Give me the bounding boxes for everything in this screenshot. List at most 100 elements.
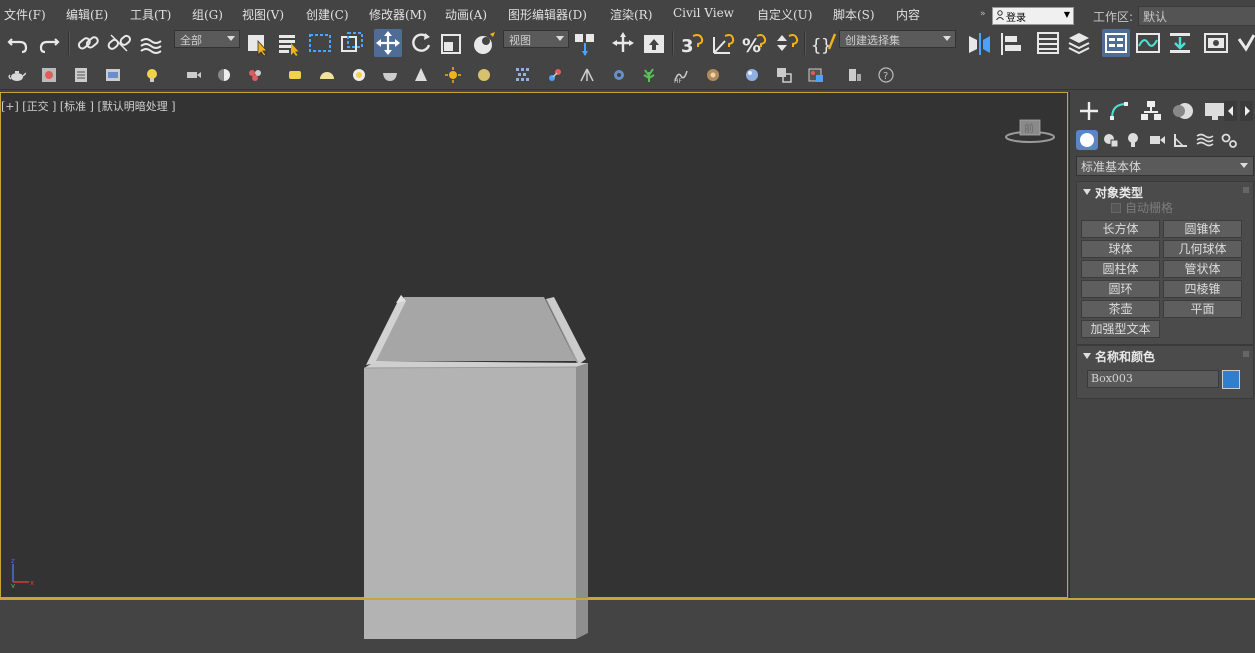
bind-to-space-warp-icon[interactable] bbox=[137, 29, 165, 57]
collapse-triangle-icon[interactable] bbox=[1083, 353, 1091, 359]
teapot-button[interactable]: 茶壶 bbox=[1081, 300, 1160, 318]
shapes-button[interactable] bbox=[1100, 130, 1122, 150]
pivot-center-icon[interactable] bbox=[572, 29, 600, 57]
redo-icon[interactable] bbox=[35, 29, 63, 57]
render-setup-icon[interactable] bbox=[1166, 29, 1194, 57]
spring-icon[interactable] bbox=[546, 66, 564, 84]
menu-create[interactable]: 创建(C) bbox=[306, 6, 349, 23]
mirror-icon[interactable] bbox=[966, 29, 994, 57]
primitive-category-dropdown[interactable]: 标准基本体 bbox=[1076, 156, 1254, 176]
chevron-right-icon[interactable] bbox=[1240, 98, 1254, 124]
reference-coordinate-dropdown[interactable]: 视图 bbox=[503, 30, 569, 48]
autogrid-checkbox[interactable] bbox=[1111, 203, 1121, 213]
motion-tab-icon[interactable] bbox=[1170, 98, 1196, 124]
light-bulb-icon[interactable] bbox=[144, 66, 162, 84]
cloth-icon[interactable] bbox=[704, 66, 722, 84]
menu-rendering[interactable]: 渲染(R) bbox=[610, 6, 652, 23]
sun-light-icon[interactable] bbox=[444, 66, 462, 84]
scene-explorer-icon[interactable] bbox=[1034, 29, 1062, 57]
snaps-toggle-icon[interactable]: 3 bbox=[678, 29, 706, 57]
systems-button[interactable] bbox=[1218, 130, 1240, 150]
box-button[interactable]: 长方体 bbox=[1081, 220, 1160, 238]
menu-views[interactable]: 视图(V) bbox=[242, 6, 284, 23]
viewport-label[interactable]: [+] [正交 ] [标准 ] [默认明暗处理 ] bbox=[1, 98, 176, 114]
sphere-shade-icon[interactable] bbox=[215, 66, 233, 84]
edit-named-selection-icon[interactable]: {} bbox=[809, 29, 837, 57]
torus-button[interactable]: 圆环 bbox=[1081, 280, 1160, 298]
align-icon[interactable] bbox=[997, 29, 1025, 57]
gear-icon[interactable] bbox=[610, 66, 628, 84]
camera-path-icon[interactable] bbox=[184, 66, 202, 84]
toggle-command-panel-icon[interactable] bbox=[1102, 29, 1130, 57]
viewport-front[interactable]: [+] [正交 ] [标准 ] [默认明暗处理 ] 前 z x y bbox=[0, 92, 1068, 639]
workspace-select[interactable]: 默认 bbox=[1138, 6, 1255, 26]
grid-pattern-icon[interactable] bbox=[514, 66, 532, 84]
helper-tripod-icon[interactable] bbox=[578, 66, 596, 84]
curve-editor-icon[interactable] bbox=[1134, 29, 1162, 57]
layer-explorer-icon[interactable] bbox=[1065, 29, 1093, 57]
render-window-icon[interactable] bbox=[104, 66, 122, 84]
rectangular-selection-region-icon[interactable] bbox=[306, 29, 334, 57]
overflow-icon[interactable]: » bbox=[980, 9, 986, 19]
helpers-button[interactable] bbox=[1170, 130, 1192, 150]
collapse-triangle-icon[interactable] bbox=[1083, 189, 1091, 195]
menu-scripting[interactable]: 脚本(S) bbox=[833, 6, 875, 23]
select-and-link-icon[interactable] bbox=[74, 29, 102, 57]
select-and-scale-icon[interactable] bbox=[438, 29, 466, 57]
foliage-icon[interactable] bbox=[640, 66, 658, 84]
object-color-swatch[interactable] bbox=[1222, 370, 1240, 389]
batch-render-icon[interactable] bbox=[846, 66, 864, 84]
select-and-manipulate-icon[interactable] bbox=[609, 29, 637, 57]
angle-snap-icon[interactable] bbox=[709, 29, 737, 57]
render-sphere-icon[interactable] bbox=[743, 66, 761, 84]
space-warps-button[interactable] bbox=[1194, 130, 1216, 150]
sky-sphere-icon[interactable] bbox=[350, 66, 368, 84]
daylight-icon[interactable] bbox=[475, 66, 493, 84]
named-selection-dropdown[interactable]: 创建选择集 bbox=[839, 30, 956, 48]
menu-group[interactable]: 组(G) bbox=[192, 6, 223, 23]
create-tab-plus-icon[interactable] bbox=[1076, 98, 1102, 124]
select-by-name-icon[interactable] bbox=[275, 29, 303, 57]
menu-graph-editors[interactable]: 图形编辑器(D) bbox=[508, 6, 587, 23]
select-and-place-icon[interactable] bbox=[470, 29, 498, 57]
cameras-button[interactable] bbox=[1146, 130, 1168, 150]
object-name-input[interactable]: Box003 bbox=[1087, 370, 1219, 388]
select-object-icon[interactable] bbox=[244, 29, 272, 57]
unlink-selection-icon[interactable] bbox=[105, 29, 133, 57]
selection-filter-dropdown[interactable]: 全部 bbox=[174, 30, 240, 48]
teapot-icon[interactable] bbox=[8, 66, 26, 84]
plane-material-icon[interactable] bbox=[286, 66, 304, 84]
menu-modifiers[interactable]: 修改器(M) bbox=[369, 6, 427, 23]
object-list-icon[interactable] bbox=[72, 66, 90, 84]
render-region-icon[interactable] bbox=[775, 66, 793, 84]
spinner-snap-icon[interactable] bbox=[772, 29, 800, 57]
keyboard-shortcut-override-icon[interactable] bbox=[640, 29, 668, 57]
hierarchy-tab-icon[interactable] bbox=[1138, 98, 1164, 124]
particle-system-icon[interactable] bbox=[246, 66, 264, 84]
render-production-icon[interactable] bbox=[1236, 29, 1255, 57]
hair-fur-icon[interactable]: HF bbox=[672, 66, 690, 84]
menu-customize[interactable]: 自定义(U) bbox=[757, 6, 812, 23]
rendered-frame-window-icon[interactable] bbox=[1202, 29, 1230, 57]
pyramid-button[interactable]: 四棱锥 bbox=[1163, 280, 1242, 298]
menu-tools[interactable]: 工具(T) bbox=[130, 6, 171, 23]
tube-button[interactable]: 管状体 bbox=[1163, 260, 1242, 278]
modify-tab-icon[interactable] bbox=[1106, 98, 1132, 124]
material-editor-icon[interactable] bbox=[40, 66, 58, 84]
chevron-left-icon[interactable] bbox=[1224, 98, 1238, 124]
select-and-rotate-icon[interactable] bbox=[407, 29, 435, 57]
bowl-icon[interactable] bbox=[381, 66, 399, 84]
geosphere-button[interactable]: 几何球体 bbox=[1163, 240, 1242, 258]
menu-file[interactable]: 文件(F) bbox=[4, 6, 46, 23]
menu-edit[interactable]: 编辑(E) bbox=[66, 6, 108, 23]
menu-animation[interactable]: 动画(A) bbox=[445, 6, 487, 23]
viewcube-icon[interactable]: 前 bbox=[1003, 115, 1059, 145]
select-and-move-icon[interactable] bbox=[374, 29, 402, 57]
geometry-button[interactable] bbox=[1076, 130, 1098, 150]
help-icon[interactable]: ? bbox=[877, 66, 895, 84]
lights-button[interactable] bbox=[1122, 130, 1144, 150]
render-output-icon[interactable] bbox=[807, 66, 825, 84]
cone-shape-icon[interactable] bbox=[412, 66, 430, 84]
name-and-color-title[interactable]: 名称和颜色 bbox=[1095, 348, 1155, 365]
undo-icon[interactable] bbox=[4, 29, 32, 57]
